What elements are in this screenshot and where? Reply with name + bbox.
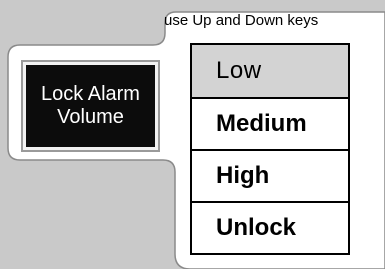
- option-unlock[interactable]: Unlock: [192, 201, 348, 253]
- option-low[interactable]: Low: [192, 45, 348, 97]
- lock-button-line-2: Volume: [57, 106, 124, 128]
- lock-alarm-volume-button[interactable]: Lock Alarm Volume: [21, 60, 160, 152]
- option-low-label: Low: [216, 57, 262, 84]
- option-medium[interactable]: Medium: [192, 97, 348, 149]
- lock-button-line-1: Lock Alarm: [41, 83, 140, 105]
- navigation-hint: use Up and Down keys: [164, 12, 319, 29]
- option-unlock-label: Unlock: [216, 214, 297, 241]
- option-high-label: High: [216, 162, 270, 189]
- volume-options-list: Low Medium High Unlock: [190, 43, 350, 255]
- option-high[interactable]: High: [192, 149, 348, 201]
- lock-alarm-volume-label: Lock Alarm Volume: [26, 65, 155, 147]
- option-medium-label: Medium: [216, 110, 307, 137]
